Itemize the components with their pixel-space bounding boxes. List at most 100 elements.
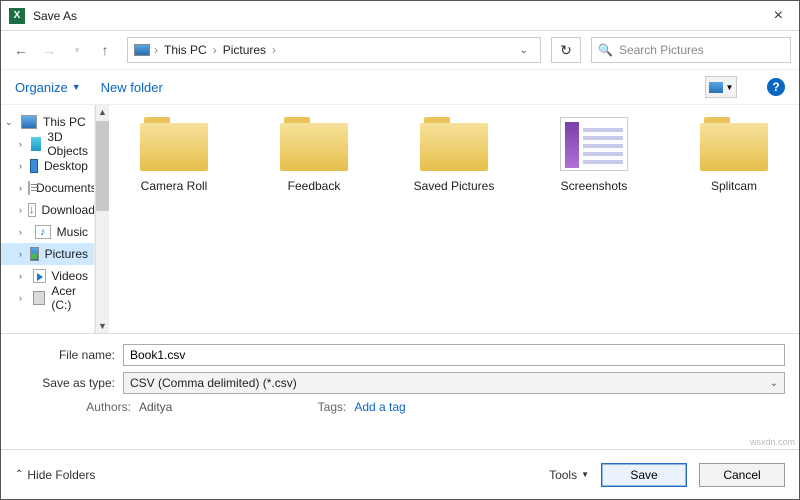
authors-value[interactable]: Aditya [139,400,172,414]
tree-item-desktop[interactable]: › Desktop [1,155,94,177]
tree-scrollbar[interactable]: ▲ ▼ [95,105,109,333]
refresh-button[interactable]: ↻ [551,37,581,63]
tree-item-music[interactable]: › ♪ Music [1,221,94,243]
view-options-button[interactable]: ▼ [705,76,737,98]
help-button[interactable]: ? [767,78,785,96]
folder-icon [420,117,488,171]
tree-item-acer-c[interactable]: › Acer (C:) [1,287,94,309]
pc-icon [21,115,37,129]
picture-icon [709,82,723,93]
save-as-type-dropdown[interactable]: CSV (Comma delimited) (*.csv) ⌄ [123,372,785,394]
new-folder-label: New folder [101,80,163,95]
chevron-right-icon: › [19,139,25,149]
folder-camera-roll[interactable]: Camera Roll [119,117,229,193]
tree-item-label: Desktop [44,159,88,173]
file-label: Screenshots [561,179,628,193]
address-bar[interactable]: › This PC › Pictures › ⌄ [127,37,541,63]
folder-thumbnail-icon [560,117,628,171]
save-as-type-label: Save as type: [15,376,115,390]
address-dropdown[interactable]: ⌄ [514,45,534,56]
navigation-tree: ⌄ This PC › 3D Objects › Desktop › Docum… [1,105,95,333]
tree-item-downloads[interactable]: › ↓ Downloads [1,199,94,221]
chevron-down-icon: ▼ [726,83,734,92]
downloads-icon: ↓ [28,203,36,217]
music-icon: ♪ [35,225,51,239]
scroll-down-icon[interactable]: ▼ [98,321,107,331]
tree-item-label: Documents [36,181,95,195]
tree-item-pictures[interactable]: › Pictures [1,243,94,265]
chevron-right-icon: › [19,293,27,303]
search-input[interactable]: 🔍 Search Pictures [591,37,791,63]
folder-feedback[interactable]: Feedback [259,117,369,193]
tree-item-label: Music [57,225,88,239]
chevron-down-icon: ▼ [72,82,81,92]
pc-icon [134,44,150,56]
tree-item-documents[interactable]: › Documents [1,177,94,199]
save-form: File name: Save as type: CSV (Comma deli… [1,333,799,418]
tools-label: Tools [549,468,577,482]
file-list: Camera Roll Feedback Saved Pictures Scre… [109,105,799,333]
pictures-icon [30,247,39,261]
forward-button[interactable]: → [37,38,61,62]
window-title: Save As [33,9,77,23]
navigation-bar: ← → ▾ ↑ › This PC › Pictures › ⌄ ↻ 🔍 Sea… [1,31,799,69]
tree-item-label: Acer (C:) [51,284,88,312]
file-name-input[interactable] [123,344,785,366]
tools-dropdown[interactable]: Tools ▼ [549,468,589,482]
tree-item-3d-objects[interactable]: › 3D Objects [1,133,94,155]
organize-button[interactable]: Organize ▼ [15,80,81,95]
footer: ⌃ Hide Folders Tools ▼ Save Cancel [1,449,799,499]
chevron-down-icon: ▼ [581,470,589,479]
file-label: Feedback [288,179,341,193]
hide-folders-button[interactable]: ⌃ Hide Folders [15,468,95,482]
folder-screenshots[interactable]: Screenshots [539,117,649,193]
toolbar: Organize ▼ New folder ▼ ? [1,69,799,105]
tree-root-label: This PC [43,115,86,129]
chevron-up-icon: ⌃ [15,469,23,480]
file-label: Splitcam [711,179,757,193]
save-button[interactable]: Save [601,463,687,487]
main-area: ⌄ This PC › 3D Objects › Desktop › Docum… [1,105,799,333]
recent-locations-button[interactable]: ▾ [65,38,89,62]
folder-icon [700,117,768,171]
save-as-type-value: CSV (Comma delimited) (*.csv) [130,376,297,390]
folder-icon [280,117,348,171]
drive-icon [33,291,46,305]
authors-label: Authors: [85,400,131,414]
titlebar: X Save As × [1,1,799,31]
folder-splitcam[interactable]: Splitcam [679,117,789,193]
chevron-right-icon: › [213,43,217,57]
chevron-right-icon: › [154,43,158,57]
new-folder-button[interactable]: New folder [101,80,163,95]
tree-item-label: 3D Objects [47,130,88,158]
chevron-down-icon: ⌄ [5,117,15,128]
watermark: wsxdn.com [750,437,795,447]
file-name-label: File name: [15,348,115,362]
hide-folders-label: Hide Folders [27,468,95,482]
desktop-icon [30,159,38,173]
file-label: Saved Pictures [414,179,495,193]
tree-item-label: Videos [52,269,88,283]
tags-value[interactable]: Add a tag [354,400,405,414]
organize-label: Organize [15,80,68,95]
up-button[interactable]: ↑ [93,38,117,62]
chevron-right-icon: › [19,161,24,171]
breadcrumb-pictures[interactable]: Pictures [221,43,268,57]
cancel-button[interactable]: Cancel [699,463,785,487]
tree-item-label: Downloads [42,203,96,217]
scroll-thumb[interactable] [96,121,109,211]
3d-objects-icon [31,137,41,151]
scroll-up-icon[interactable]: ▲ [98,107,107,117]
search-icon: 🔍 [598,43,613,57]
folder-saved-pictures[interactable]: Saved Pictures [399,117,509,193]
breadcrumb-this-pc[interactable]: This PC [162,43,209,57]
chevron-down-icon: ⌄ [770,378,778,389]
close-button[interactable]: × [766,7,791,25]
videos-icon [33,269,46,283]
back-button[interactable]: ← [9,38,33,62]
chevron-right-icon: › [19,271,27,281]
documents-icon [28,181,30,195]
folder-icon [140,117,208,171]
tags-label: Tags: [300,400,346,414]
chevron-right-icon: › [272,43,276,57]
